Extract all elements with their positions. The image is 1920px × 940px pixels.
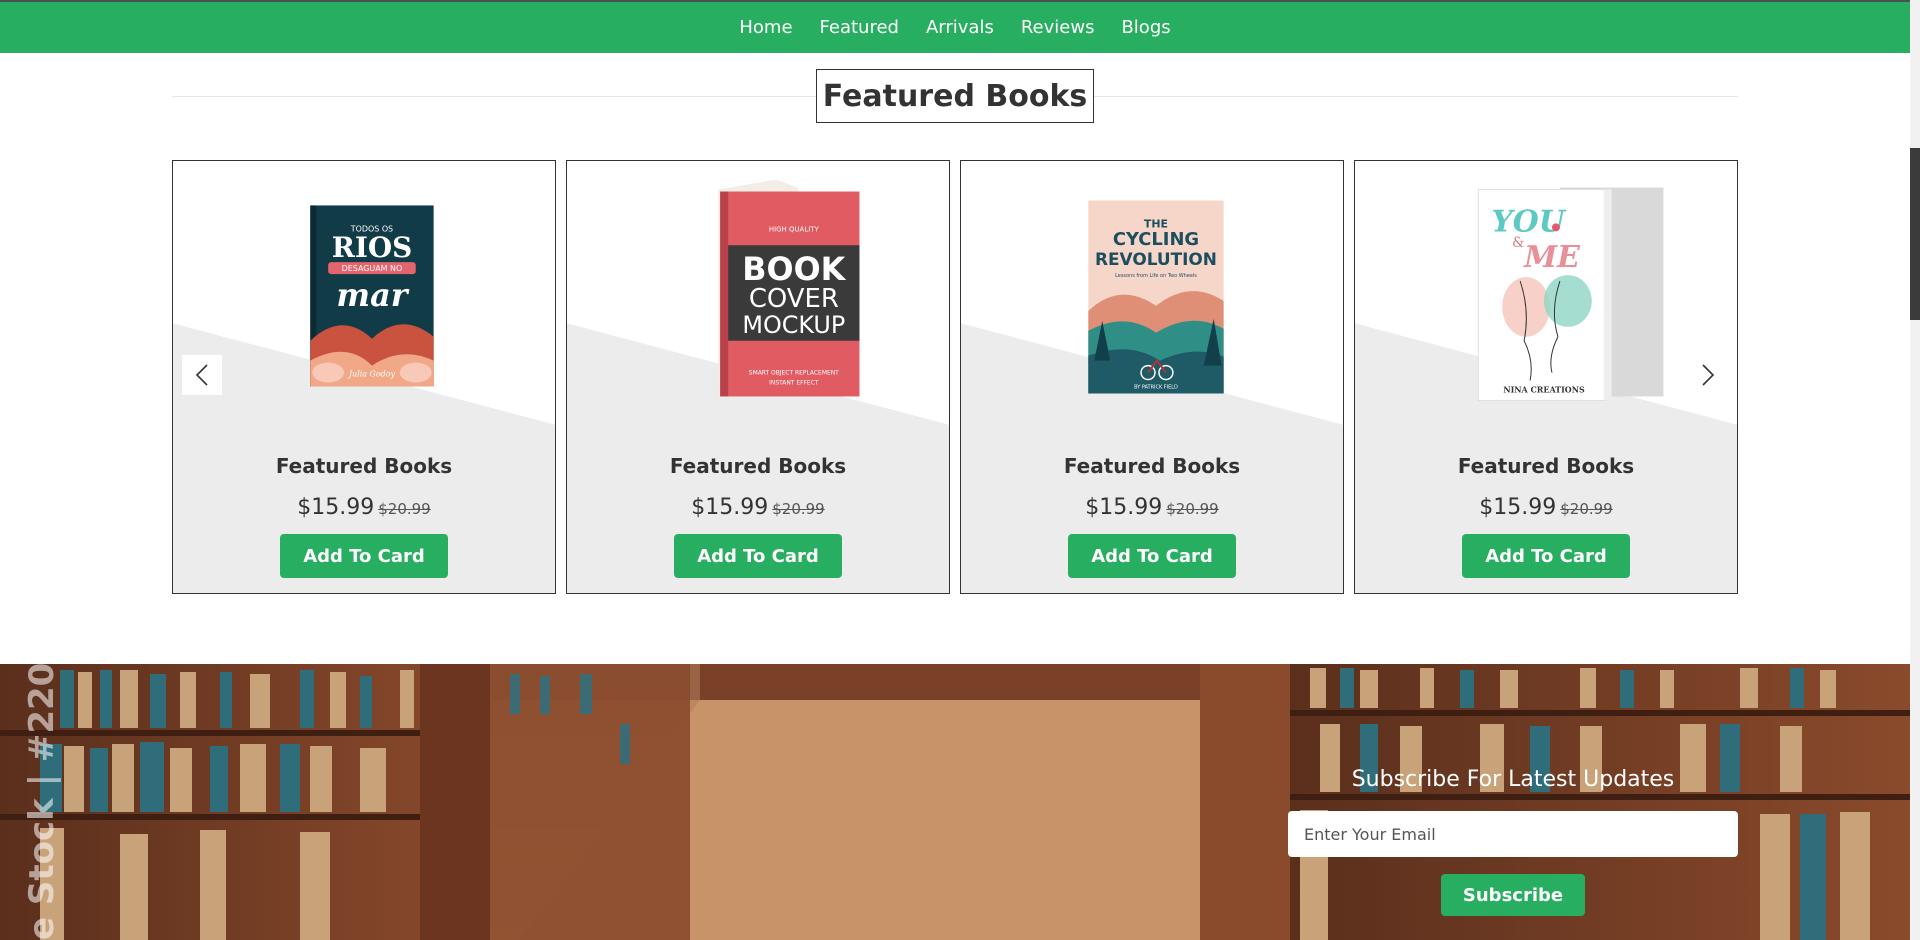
add-to-card-button[interactable]: Add To Card xyxy=(280,534,448,578)
cover-text: CYCLING xyxy=(1113,229,1199,250)
book-cover-image: TODOS OS RIOS DESAGUAM NO mar Julia Godo… xyxy=(310,205,434,387)
book-cover-image: HIGH QUALITY BOOK COVER MOCKUP SMART OBJ… xyxy=(718,179,860,399)
cover-text: NINA CREATIONS xyxy=(1503,385,1585,394)
old-price: $20.99 xyxy=(378,500,431,518)
book-cover-image: YOU & ME NINA CREATIONS xyxy=(1477,187,1664,401)
add-to-card-button[interactable]: Add To Card xyxy=(674,534,842,578)
book-card: HIGH QUALITY BOOK COVER MOCKUP SMART OBJ… xyxy=(566,160,950,594)
nav-blogs[interactable]: Blogs xyxy=(1121,17,1170,38)
current-price: $15.99 xyxy=(297,495,375,520)
current-price: $15.99 xyxy=(1085,495,1163,520)
email-field[interactable] xyxy=(1288,811,1738,857)
cover-text: YOU xyxy=(1491,204,1566,239)
nav-home[interactable]: Home xyxy=(739,17,792,38)
book-price: $15.99 $20.99 xyxy=(1355,495,1737,520)
cover-text: DESAGUAM NO xyxy=(342,264,403,273)
cover-text: BOOK xyxy=(742,250,846,288)
cover-text: Lessons from Life on Two Wheels xyxy=(1115,273,1197,279)
carousel-next-button[interactable] xyxy=(1688,355,1728,395)
current-price: $15.99 xyxy=(1479,495,1557,520)
book-card: YOU & ME NINA CREATIONS Featured Books $… xyxy=(1354,160,1738,594)
subscribe-button[interactable]: Subscribe xyxy=(1441,874,1585,916)
carousel-prev-button[interactable] xyxy=(182,355,222,395)
current-price: $15.99 xyxy=(691,495,769,520)
old-price: $20.99 xyxy=(1560,500,1613,518)
book-title: Featured Books xyxy=(1457,454,1635,478)
old-price: $20.99 xyxy=(1166,500,1219,518)
book-cover-image: THE CYCLING REVOLUTION Lessons from Life… xyxy=(1088,200,1224,394)
scrollbar[interactable] xyxy=(1910,0,1920,940)
book-price: $15.99 $20.99 xyxy=(567,495,949,520)
chevron-right-icon xyxy=(1702,364,1715,386)
add-to-card-button[interactable]: Add To Card xyxy=(1068,534,1236,578)
add-to-card-button[interactable]: Add To Card xyxy=(1462,534,1630,578)
nav-arrivals[interactable]: Arrivals xyxy=(926,17,994,38)
cover-text: HIGH QUALITY xyxy=(769,225,820,233)
section-title: Featured Books xyxy=(822,78,1088,114)
chevron-left-icon xyxy=(195,364,208,386)
book-price: $15.99 $20.99 xyxy=(173,495,555,520)
cover-text: & xyxy=(1512,235,1524,251)
page: Home Featured Arrivals Reviews Blogs Fea… xyxy=(0,0,1920,940)
watermark-text: e Stock | #220293 xyxy=(22,591,62,940)
cover-text: ME xyxy=(1523,240,1581,275)
cover-text: INSTANT EFFECT xyxy=(769,380,819,387)
book-carousel: TODOS OS RIOS DESAGUAM NO mar Julia Godo… xyxy=(172,160,1738,594)
nav-reviews[interactable]: Reviews xyxy=(1021,17,1095,38)
book-card: TODOS OS RIOS DESAGUAM NO mar Julia Godo… xyxy=(172,160,556,594)
book-title: Featured Books xyxy=(669,454,847,478)
cover-text: REVOLUTION xyxy=(1095,249,1217,269)
book-card: THE CYCLING REVOLUTION Lessons from Life… xyxy=(960,160,1344,594)
cover-text: RIOS xyxy=(332,231,413,264)
cover-author: Julia Godoy xyxy=(347,370,396,379)
newsletter-banner xyxy=(0,664,1910,940)
book-title: Featured Books xyxy=(275,454,453,478)
cover-text: mar xyxy=(336,276,409,314)
library-background-image xyxy=(0,664,1910,940)
book-title: Featured Books xyxy=(1063,454,1241,478)
cover-text: BY PATRICK FIELD xyxy=(1134,384,1178,390)
section-heading: Featured Books xyxy=(816,69,1094,123)
scrollbar-thumb[interactable] xyxy=(1910,148,1920,320)
book-price: $15.99 $20.99 xyxy=(961,495,1343,520)
subscribe-title: Subscribe For Latest Updates xyxy=(1351,767,1675,792)
cover-text: MOCKUP xyxy=(742,311,845,339)
cover-text: COVER xyxy=(749,284,839,314)
cover-text: SMART OBJECT REPLACEMENT xyxy=(749,370,839,377)
nav-featured[interactable]: Featured xyxy=(820,17,899,38)
old-price: $20.99 xyxy=(772,500,825,518)
navbar: Home Featured Arrivals Reviews Blogs xyxy=(0,2,1910,53)
